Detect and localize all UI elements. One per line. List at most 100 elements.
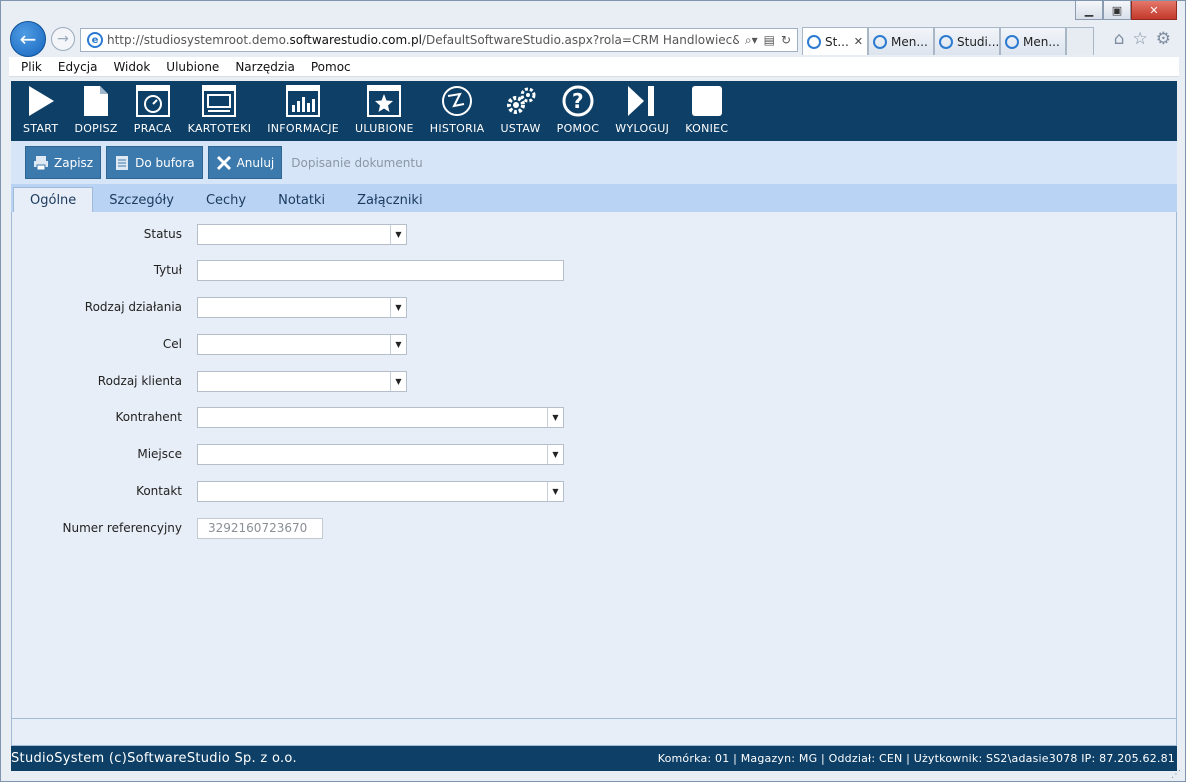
- address-url[interactable]: http://studiosystemroot.demo.softwarestu…: [107, 33, 739, 47]
- logout-icon: [625, 84, 659, 118]
- kontrahent-select[interactable]: ▼: [197, 406, 564, 428]
- status-select[interactable]: ▼: [197, 223, 407, 245]
- toolbar-label: POMOC: [556, 122, 600, 135]
- ie-tab-icon: [1005, 34, 1019, 49]
- files-window-icon: [202, 84, 237, 118]
- ie-tab-icon: [873, 34, 887, 49]
- save-button[interactable]: Zapisz: [25, 146, 102, 179]
- toolbar-praca-button[interactable]: PRACA: [126, 84, 180, 141]
- tytul-input[interactable]: [197, 259, 564, 281]
- tools-gear-icon[interactable]: ⚙: [1156, 29, 1171, 49]
- browser-window: ▁ ▣ ✕ ← → e http://studiosystemroot.demo…: [0, 0, 1186, 782]
- home-icon[interactable]: ⌂: [1114, 29, 1125, 49]
- address-bar[interactable]: e http://studiosystemroot.demo.softwares…: [80, 28, 798, 52]
- chevron-down-icon[interactable]: ▼: [390, 334, 406, 354]
- form-row-kontakt: Kontakt ▼: [12, 480, 564, 502]
- work-gauge-icon: [135, 84, 170, 118]
- menu-item-ulubione[interactable]: Ulubione: [158, 60, 227, 74]
- toolbar-dopisz-button[interactable]: DOPISZ: [66, 84, 125, 141]
- menu-item-plik[interactable]: Plik: [13, 60, 50, 74]
- chevron-down-icon[interactable]: ▼: [390, 297, 406, 317]
- favorite-star-icon: [367, 84, 402, 118]
- maximize-button[interactable]: ▣: [1103, 1, 1131, 20]
- browser-tab[interactable]: St... ✕: [802, 27, 868, 55]
- tab-notatki[interactable]: Notatki: [262, 188, 341, 212]
- minimize-button[interactable]: ▁: [1075, 1, 1103, 20]
- toolbar-historia-button[interactable]: HISTORIA: [422, 84, 493, 141]
- browser-tabs: St... ✕ Men... Studi... Men...: [802, 27, 1094, 55]
- toolbar-label: PRACA: [133, 122, 172, 135]
- compatibility-icon[interactable]: ▤: [764, 33, 775, 48]
- url-path: /DefaultSoftwareStudio.aspx?rola=CRM Han…: [421, 33, 739, 47]
- window-controls: ▁ ▣ ✕: [1075, 1, 1177, 21]
- toolbar-label: HISTORIA: [429, 122, 485, 135]
- chevron-down-icon[interactable]: ▼: [547, 407, 563, 427]
- toolbar-kartoteki-button[interactable]: KARTOTEKI: [180, 84, 260, 141]
- menu-item-narzedzia[interactable]: Narzędzia: [227, 60, 303, 74]
- forward-button[interactable]: →: [51, 27, 75, 51]
- chevron-down-icon[interactable]: ▼: [547, 481, 563, 501]
- refresh-icon[interactable]: ↻: [781, 33, 791, 48]
- search-icon[interactable]: ⌕▾: [745, 33, 758, 48]
- kontakt-select[interactable]: ▼: [197, 480, 564, 502]
- toolbar-informacje-button[interactable]: INFORMACJE: [259, 84, 347, 141]
- action-bar: Zapisz Do bufora Anuluj Dopisanie dokume…: [11, 141, 1177, 184]
- chevron-down-icon[interactable]: ▼: [390, 224, 406, 244]
- favorites-star-icon[interactable]: ☆: [1133, 29, 1148, 49]
- toolbar-wyloguj-button[interactable]: WYLOGUJ: [607, 84, 677, 141]
- status-bar: StudioSystem (c)SoftwareStudio Sp. z o.o…: [11, 746, 1177, 771]
- cel-label: Cel: [162, 337, 182, 351]
- ie-tab-icon: [807, 34, 821, 49]
- back-arrow-icon: ←: [19, 27, 37, 51]
- tytul-label: Tytuł: [153, 263, 182, 277]
- resize-grip-icon[interactable]: ⋰: [1171, 769, 1183, 780]
- rodzaj-klienta-select[interactable]: ▼: [197, 370, 407, 392]
- buffer-button[interactable]: Do bufora: [106, 146, 203, 179]
- navigation-bar: ← → e http://studiosystemroot.demo.softw…: [1, 21, 1185, 57]
- toolbar-koniec-button[interactable]: KONIEC: [677, 84, 736, 141]
- ie-page-icon: e: [87, 32, 103, 48]
- chart-icon: [286, 84, 321, 118]
- menu-bar: Plik Edycja Widok Ulubione Narzędzia Pom…: [9, 57, 1179, 77]
- browser-tab[interactable]: Men...: [868, 27, 934, 55]
- menu-item-pomoc[interactable]: Pomoc: [303, 60, 359, 74]
- form-row-rodzaj-dzialania: Rodzaj działania ▼: [12, 296, 407, 318]
- cancel-button[interactable]: Anuluj: [207, 146, 283, 179]
- cel-select[interactable]: ▼: [197, 333, 407, 355]
- exit-square-icon: [690, 84, 724, 118]
- menu-item-edycja[interactable]: Edycja: [50, 60, 106, 74]
- form-row-numer-referencyjny: Numer referencyjny 3292160723670: [12, 517, 323, 539]
- tab-ogolne[interactable]: Ogólne: [13, 187, 94, 212]
- form-row-rodzaj-klienta: Rodzaj klienta ▼: [12, 370, 407, 392]
- rodzaj-dzialania-select[interactable]: ▼: [197, 296, 407, 318]
- toolbar-start-button[interactable]: START: [15, 84, 66, 141]
- toolbar-pomoc-button[interactable]: ? POMOC: [549, 84, 608, 141]
- toolbar-label: START: [23, 122, 59, 135]
- tab-cechy[interactable]: Cechy: [190, 188, 262, 212]
- miejsce-select[interactable]: ▼: [197, 443, 564, 465]
- help-icon: ?: [561, 84, 595, 118]
- browser-tab[interactable]: Men...: [1000, 27, 1066, 55]
- back-button[interactable]: ←: [10, 21, 46, 57]
- chevron-down-icon[interactable]: ▼: [390, 371, 406, 391]
- toolbar-ustaw-button[interactable]: USTAW: [492, 84, 548, 141]
- copyright-text: StudioSystem (c)SoftwareStudio Sp. z o.o…: [11, 751, 297, 766]
- menu-item-widok[interactable]: Widok: [105, 60, 158, 74]
- tab-szczegoly[interactable]: Szczegóły: [93, 188, 190, 212]
- toolbar-label: ULUBIONE: [355, 122, 414, 135]
- form-row-kontrahent: Kontrahent ▼: [12, 406, 564, 428]
- browser-toolbar-icons: ⌂ ☆ ⚙: [1114, 29, 1171, 49]
- toolbar-label: KONIEC: [685, 122, 729, 135]
- toolbar-label: WYLOGUJ: [615, 122, 670, 135]
- toolbar-ulubione-button[interactable]: ULUBIONE: [347, 84, 422, 141]
- form-row-cel: Cel ▼: [12, 333, 407, 355]
- close-window-button[interactable]: ✕: [1131, 1, 1177, 20]
- browser-tab[interactable]: Studi...: [934, 27, 1000, 55]
- chevron-down-icon[interactable]: ▼: [547, 444, 563, 464]
- tab-zalaczniki[interactable]: Załączniki: [341, 188, 439, 212]
- session-info: Komórka: 01 | Magazyn: MG | Oddział: CEN…: [657, 752, 1175, 765]
- buffer-label: Do bufora: [135, 155, 195, 170]
- tab-close-icon[interactable]: ✕: [854, 35, 863, 48]
- toolbar-label: DOPISZ: [74, 122, 118, 135]
- new-tab-button[interactable]: [1066, 27, 1094, 55]
